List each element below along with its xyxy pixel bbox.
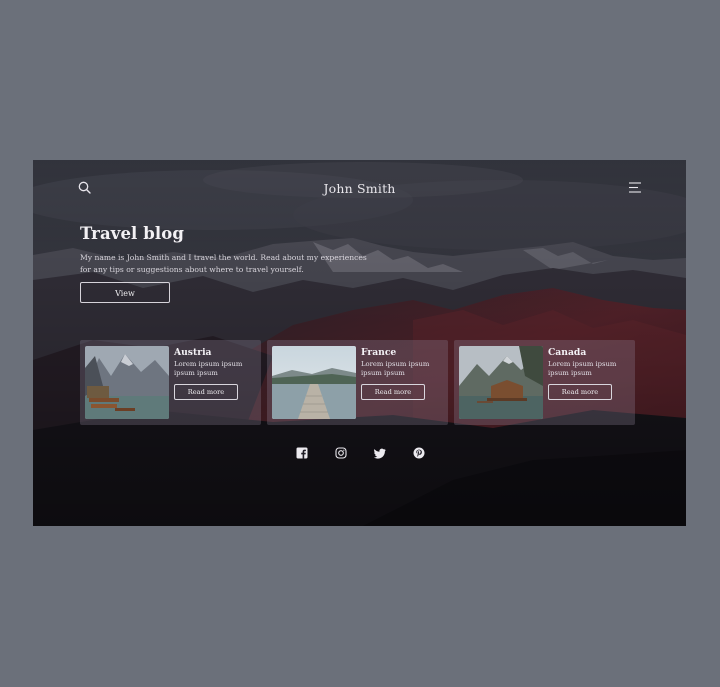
hero-title: Travel blog xyxy=(80,224,185,243)
lake-pier-photo xyxy=(272,346,356,419)
facebook-icon[interactable] xyxy=(296,447,308,459)
alpine-lake-boats-photo xyxy=(85,346,169,419)
top-navigation-bar: John Smith xyxy=(33,178,686,200)
site-title[interactable]: John Smith xyxy=(33,181,686,196)
card-france[interactable]: France Lorem ipsum ipsum ipsum ipsum Rea… xyxy=(267,340,448,425)
instagram-icon[interactable] xyxy=(335,447,347,459)
destination-cards: Austria Lorem ipsum ipsum ipsum ipsum Re… xyxy=(80,340,636,425)
lake-cabin-photo xyxy=(459,346,543,419)
social-links xyxy=(33,447,686,461)
hamburger-menu-icon[interactable] xyxy=(628,181,642,194)
hero-description: My name is John Smith and I travel the w… xyxy=(80,253,367,274)
read-more-button[interactable]: Read more xyxy=(174,384,238,400)
card-title: Canada xyxy=(548,347,587,358)
card-text: Lorem ipsum ipsum ipsum ipsum xyxy=(174,360,243,378)
twitter-icon[interactable] xyxy=(374,447,386,459)
read-more-button[interactable]: Read more xyxy=(361,384,425,400)
hero-intro: Travel blog My name is John Smith and I … xyxy=(80,224,380,275)
hero-frame: John Smith Travel blog My name is John S… xyxy=(33,160,686,526)
card-title: Austria xyxy=(174,347,212,358)
read-more-button[interactable]: Read more xyxy=(548,384,612,400)
card-text: Lorem ipsum ipsum ipsum ipsum xyxy=(361,360,430,378)
card-canada[interactable]: Canada Lorem ipsum ipsum ipsum ipsum Rea… xyxy=(454,340,635,425)
view-button[interactable]: View xyxy=(80,282,170,303)
pinterest-icon[interactable] xyxy=(413,447,425,459)
card-text: Lorem ipsum ipsum ipsum ipsum xyxy=(548,360,617,378)
card-austria[interactable]: Austria Lorem ipsum ipsum ipsum ipsum Re… xyxy=(80,340,261,425)
card-title: France xyxy=(361,347,397,358)
